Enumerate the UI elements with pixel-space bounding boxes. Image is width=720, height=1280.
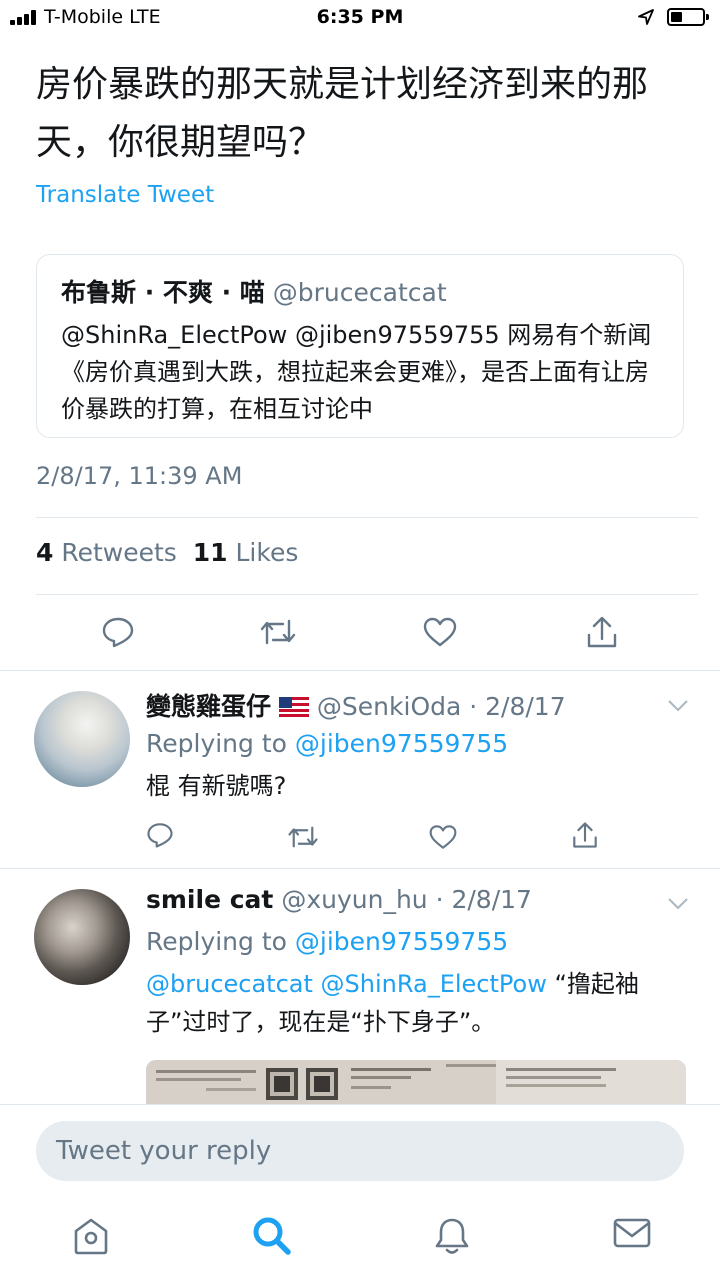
status-bar: T-Mobile LTE 6:35 PM — [0, 0, 720, 36]
retweets-label: Retweets — [61, 538, 177, 567]
divider — [36, 517, 698, 518]
clock: 6:35 PM — [316, 6, 404, 28]
quoted-tweet-header: 布鲁斯 · 不爽 · 喵 @brucecatcat — [61, 273, 447, 309]
retweet-icon[interactable] — [259, 617, 297, 647]
notifications-icon[interactable] — [434, 1216, 470, 1260]
mention-links[interactable]: @brucecatcat @ShinRa_ElectPow — [146, 970, 547, 998]
reply-header: smile cat @xuyun_hu · 2/8/17 — [146, 885, 532, 914]
quoted-tweet[interactable]: 布鲁斯 · 不爽 · 喵 @brucecatcat @ShinRa_ElectP… — [36, 254, 684, 438]
author-handle-date: @xuyun_hu · 2/8/17 — [281, 885, 532, 914]
reply-text: @brucecatcat @ShinRa_ElectPow “撸起袖子”过时了，… — [146, 965, 686, 1041]
replying-prefix: Replying to — [146, 927, 287, 956]
replying-prefix: Replying to — [146, 729, 287, 758]
like-icon[interactable] — [423, 617, 457, 647]
us-flag-icon — [278, 697, 309, 717]
likes-stat[interactable]: 11 Likes — [193, 538, 299, 567]
share-icon[interactable] — [571, 821, 599, 849]
replying-to: Replying to @jiben97559755 — [146, 729, 508, 758]
like-icon[interactable] — [429, 824, 457, 850]
replying-to: Replying to @jiben97559755 — [146, 927, 508, 956]
share-icon[interactable] — [585, 615, 619, 649]
search-icon[interactable] — [252, 1216, 292, 1260]
quoted-author-name: 布鲁斯 · 不爽 · 喵 — [61, 278, 265, 307]
retweets-count: 4 — [36, 538, 54, 567]
home-icon[interactable] — [72, 1216, 110, 1260]
reply-tweet[interactable]: 變態雞蛋仔 @SenkiOda · 2/8/17 Replying to @ji… — [0, 671, 720, 867]
retweet-icon[interactable] — [287, 824, 319, 850]
author-name: smile cat — [146, 885, 274, 914]
avatar[interactable] — [34, 691, 130, 787]
reply-icon[interactable] — [146, 821, 174, 849]
tweet-stats: 4 Retweets 11 Likes — [36, 538, 298, 567]
quoted-tweet-text: @ShinRa_ElectPow @jiben97559755 网易有个新闻《房… — [61, 321, 652, 423]
reply-icon[interactable] — [101, 615, 135, 649]
author-name: 變態雞蛋仔 — [146, 692, 272, 721]
tweet-text: 房价暴跌的那天就是计划经济到来的那天，你很期望吗？ — [36, 64, 649, 163]
likes-count: 11 — [192, 538, 228, 567]
location-arrow-icon — [638, 9, 654, 25]
newspaper-photo — [146, 1060, 686, 1106]
likes-label: Likes — [235, 538, 299, 567]
reply-header: 變態雞蛋仔 @SenkiOda · 2/8/17 — [146, 687, 566, 723]
reply-text: 棍 有新號嗎? — [146, 772, 287, 800]
quoted-author-handle: @brucecatcat — [272, 278, 447, 307]
reply-composer-bar: Tweet your reply — [0, 1104, 720, 1199]
translate-tweet-link[interactable]: Translate Tweet — [36, 182, 214, 208]
chevron-down-icon[interactable] — [667, 699, 689, 713]
retweets-stat[interactable]: 4 Retweets — [36, 538, 177, 567]
avatar[interactable] — [34, 889, 130, 985]
replying-to-link[interactable]: @jiben97559755 — [295, 927, 508, 956]
author-handle-date: @SenkiOda · 2/8/17 — [316, 692, 566, 721]
reply-input[interactable]: Tweet your reply — [36, 1121, 684, 1181]
attached-image[interactable] — [146, 1060, 686, 1106]
divider — [36, 594, 698, 595]
chevron-down-icon[interactable] — [667, 897, 689, 911]
tab-bar — [0, 1198, 720, 1280]
messages-icon[interactable] — [612, 1216, 652, 1254]
replying-to-link[interactable]: @jiben97559755 — [295, 729, 508, 758]
tweet-timestamp: 2/8/17, 11:39 AM — [36, 462, 243, 490]
battery-icon — [667, 8, 709, 26]
